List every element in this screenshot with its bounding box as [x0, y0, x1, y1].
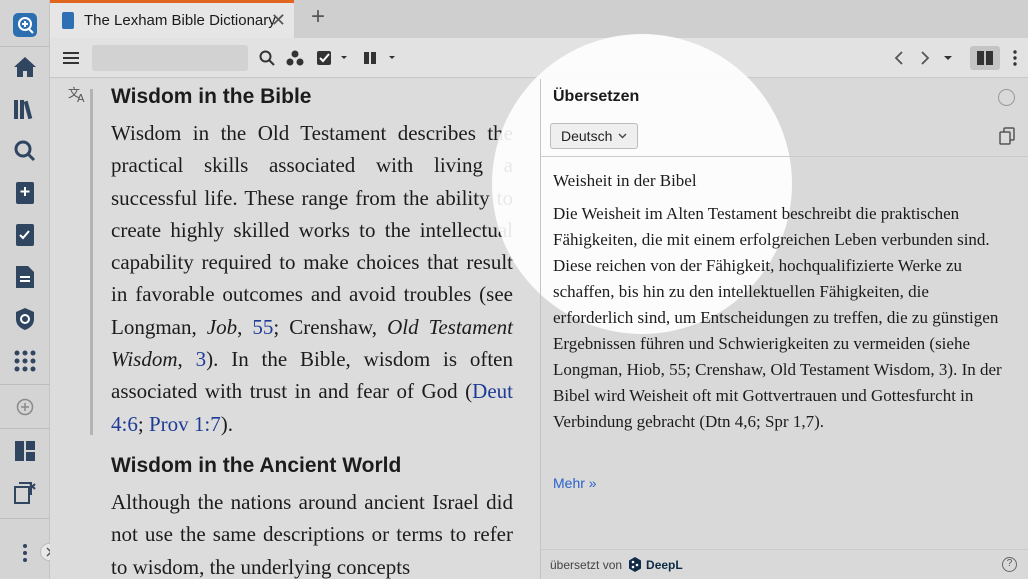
help-icon[interactable]: ?	[1002, 557, 1017, 572]
tab-title: The Lexham Bible Dictionary	[84, 12, 276, 29]
chevron-down-icon	[618, 133, 627, 139]
close-panels-icon[interactable]	[10, 478, 40, 508]
parallel-dropdown-icon[interactable]	[361, 46, 397, 70]
checklist-dropdown-icon[interactable]	[315, 46, 349, 70]
language-select[interactable]: Deutsch	[550, 123, 639, 149]
article-pane: 文A Wisdom in the Bible Wisdom in the Old…	[50, 79, 540, 579]
translation-title: Weisheit in der Bibel	[553, 171, 697, 190]
tab-close-icon[interactable]: ✕	[271, 10, 286, 31]
app-rail	[0, 0, 58, 579]
apps-grid-icon[interactable]	[10, 346, 40, 376]
add-tab-icon[interactable]: +	[306, 5, 330, 29]
translation-text: Die Weisheit im Alten Testament beschrei…	[553, 204, 1002, 431]
menu-icon[interactable]	[60, 46, 82, 70]
search-icon[interactable]	[10, 136, 40, 166]
checklist-icon[interactable]	[10, 220, 40, 250]
toolbar-search-icon[interactable]	[256, 46, 278, 70]
book-icon	[62, 12, 74, 29]
more-vertical-icon[interactable]	[10, 538, 40, 568]
highlight-gutter	[90, 89, 93, 435]
add-circle-icon[interactable]	[10, 392, 40, 422]
history-dropdown-icon[interactable]	[940, 46, 956, 70]
document-icon[interactable]	[10, 262, 40, 292]
translate-footer: übersetzt von DeepL ?	[541, 549, 1028, 579]
translation-result: Weisheit in der Bibel Die Weisheit im Al…	[553, 171, 1011, 435]
scripture-link-prov[interactable]: Prov 1:7	[149, 412, 221, 436]
article-heading: Wisdom in the Bible	[111, 85, 312, 108]
article-paragraph: Wisdom in the Old Testament describes th…	[111, 121, 514, 436]
svg-text:A: A	[77, 92, 85, 103]
translate-title: Übersetzen	[553, 88, 640, 105]
more-link[interactable]: Mehr »	[553, 475, 597, 491]
article-subheading: Wisdom in the Ancient World	[111, 453, 402, 477]
copy-icon[interactable]	[999, 127, 1015, 150]
add-document-icon[interactable]	[10, 178, 40, 208]
article-paragraph: Although the nations around ancient Isra…	[111, 489, 513, 579]
logos-app-icon[interactable]	[10, 10, 40, 40]
forward-icon[interactable]	[916, 46, 934, 70]
toolbar	[50, 38, 1028, 78]
deepl-logo: DeepL	[628, 557, 683, 572]
deepl-icon	[629, 557, 642, 572]
reference-input[interactable]	[92, 45, 248, 71]
tab-lexham-bible-dictionary[interactable]: The Lexham Bible Dictionary ✕	[50, 0, 294, 38]
translated-by-label: übersetzt von	[550, 557, 623, 572]
translate-pane: Übersetzen Deutsch Weisheit in der Bibel…	[540, 79, 1028, 579]
translate-icon[interactable]: 文A	[68, 85, 88, 108]
home-icon[interactable]	[10, 52, 40, 82]
shield-icon[interactable]	[10, 304, 40, 334]
translate-header: Übersetzen Deutsch	[541, 79, 1028, 157]
split-view-icon[interactable]	[970, 46, 1000, 70]
library-icon[interactable]	[10, 94, 40, 124]
panel-menu-icon[interactable]	[1008, 46, 1022, 70]
article-content: Wisdom in the Bible Wisdom in the Old Te…	[111, 85, 513, 579]
layouts-icon[interactable]	[10, 436, 40, 466]
reference-link[interactable]: 3	[196, 347, 207, 371]
reference-link[interactable]: 55	[252, 315, 273, 339]
status-circle-icon	[998, 89, 1015, 106]
tab-bar: The Lexham Bible Dictionary ✕ +	[50, 0, 1028, 38]
back-icon[interactable]	[890, 46, 908, 70]
visual-filter-icon[interactable]	[284, 46, 306, 70]
